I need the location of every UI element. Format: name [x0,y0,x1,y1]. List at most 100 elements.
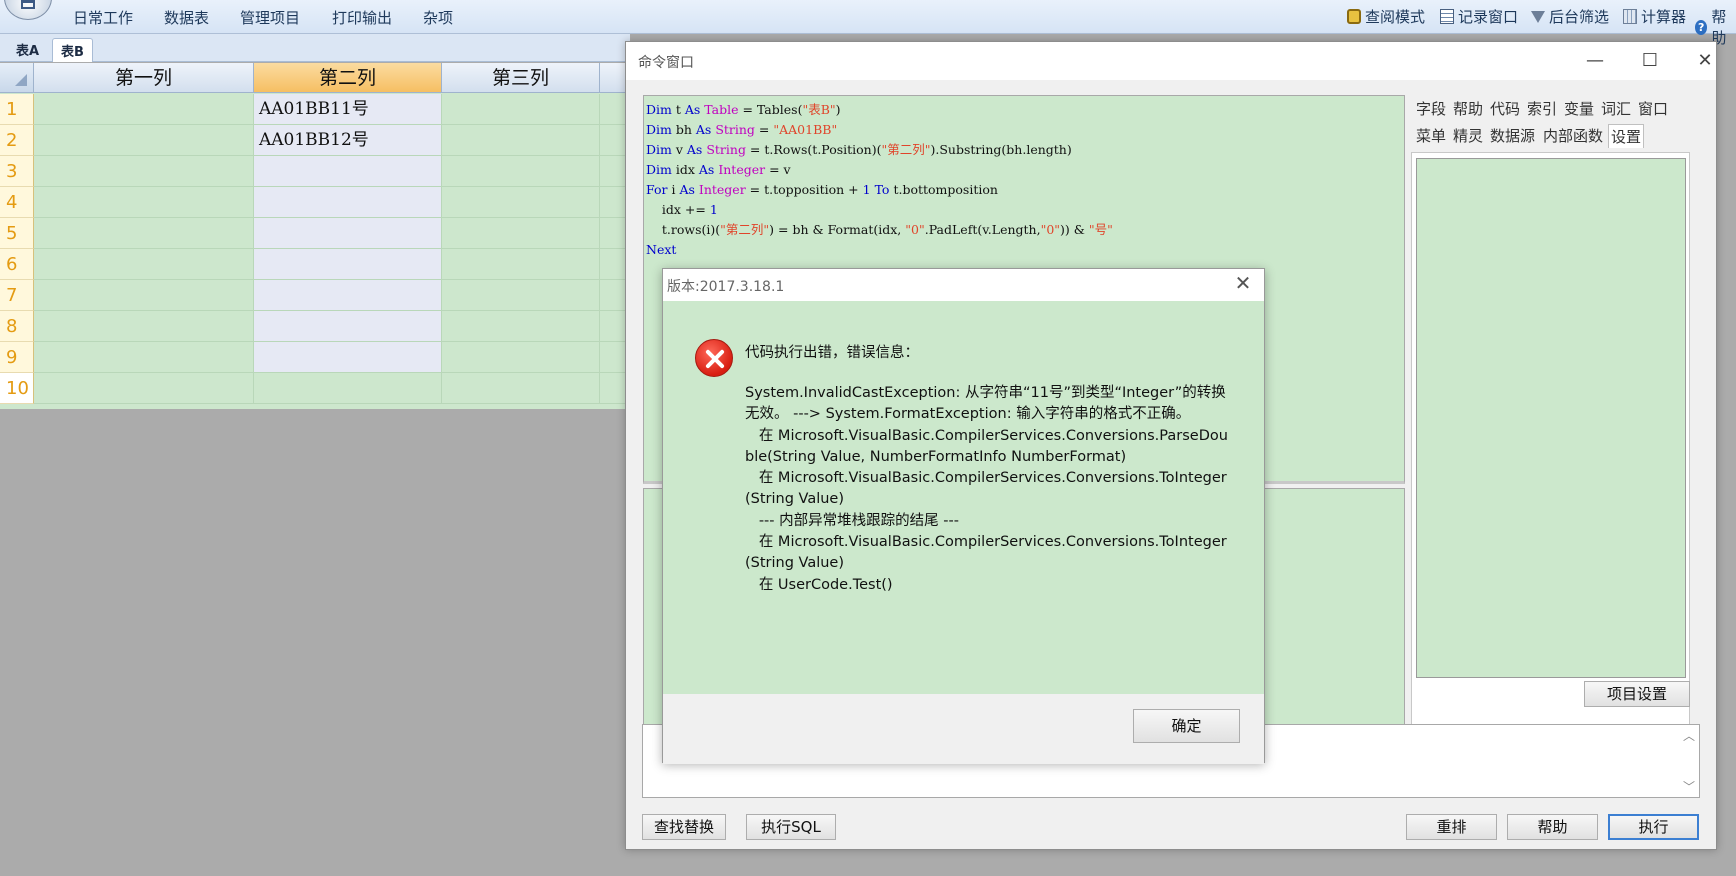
table-cell[interactable] [442,156,600,187]
error-dialog-titlebar[interactable]: 版本:2017.3.18.1 ✕ [663,269,1264,301]
table-cell[interactable] [442,342,600,373]
table-cell[interactable] [254,187,442,218]
row-number[interactable]: 9 [0,342,34,373]
table-cell[interactable] [34,125,254,156]
menu-manage-project[interactable]: 管理项目 [240,7,300,28]
tab-table-a[interactable]: 表A [8,38,47,62]
grid-select-all-corner[interactable] [0,63,34,93]
scroll-down-icon[interactable]: ﹀ [1683,778,1695,795]
menu-bar: 日常工作 数据表 管理项目 打印输出 杂项 查阅模式 记录窗口 后台筛选 计算器… [0,0,1736,47]
row-number[interactable]: 2 [0,125,34,156]
table-cell[interactable] [254,249,442,280]
table-cell[interactable] [34,218,254,249]
code-line: Dim idx As Integer = v [646,162,791,177]
tab-table-b[interactable]: 表B [52,38,93,62]
data-grid[interactable]: 第一列 第二列 第三列 1 AA01BB11号 2 AA01BB12号 3 4 5 6 7 8 9 1… [0,63,630,409]
row-number[interactable]: 5 [0,218,34,249]
table-cell[interactable] [442,373,600,404]
menu-daily-work[interactable]: 日常工作 [73,7,133,28]
code-line: t.rows(i)("第二列") = bh & Format(idx, "0".… [646,222,1113,237]
command-window-titlebar[interactable]: 命令窗口 — ☐ ✕ [626,42,1716,80]
close-button[interactable]: ✕ [1683,46,1727,76]
row-number[interactable]: 4 [0,187,34,218]
error-dialog-close-icon[interactable]: ✕ [1230,271,1256,295]
menu-print-output[interactable]: 打印输出 [332,7,392,28]
table-cell[interactable] [254,280,442,311]
table-cell[interactable] [442,218,600,249]
table-cell[interactable] [254,156,442,187]
table-cell[interactable] [34,249,254,280]
row-number[interactable]: 7 [0,280,34,311]
ok-button[interactable]: 确定 [1133,709,1240,743]
row-number[interactable]: 8 [0,311,34,342]
menu-misc[interactable]: 杂项 [423,7,453,28]
row-number[interactable]: 3 [0,156,34,187]
side-tab[interactable]: 窗口 [1636,97,1670,121]
table-cell[interactable] [442,311,600,342]
rearrange-button[interactable]: 重排 [1406,814,1497,840]
menu-data-tables[interactable]: 数据表 [164,7,209,28]
table-cell[interactable] [442,187,600,218]
maximize-button[interactable]: ☐ [1628,46,1672,76]
table-cell[interactable] [34,156,254,187]
project-settings-button[interactable]: 项目设置 [1584,681,1690,707]
table-cell[interactable] [34,280,254,311]
settings-pane [1416,158,1686,678]
side-tab[interactable]: 词汇 [1599,97,1633,121]
row-number[interactable]: 10 [0,373,34,404]
scroll-up-icon[interactable]: ︿ [1683,727,1695,744]
row-number[interactable]: 1 [0,94,34,125]
table-cell[interactable] [34,373,254,404]
table-cell[interactable] [254,342,442,373]
column-header-3[interactable]: 第三列 [442,63,600,93]
column-header-2[interactable]: 第二列 [254,63,442,93]
table-cell[interactable] [34,342,254,373]
table-cell[interactable] [254,373,442,404]
side-tab[interactable]: 菜单 [1414,124,1448,148]
table-cell[interactable]: AA01BB12号 [254,125,442,156]
table-cell[interactable] [254,311,442,342]
calculator-label: 计算器 [1641,8,1687,26]
table-cell[interactable] [34,311,254,342]
row-number[interactable]: 6 [0,249,34,280]
help-dialog-button[interactable]: 帮助 [1507,814,1598,840]
background-filter-label: 后台筛选 [1549,8,1610,26]
browse-mode-label: 查阅模式 [1365,8,1426,26]
error-dialog-title: 版本:2017.3.18.1 [667,279,785,295]
app-menu-button[interactable] [4,0,52,20]
side-tab[interactable]: 内部函数 [1541,124,1605,148]
calculator-icon [1623,9,1637,24]
table-cell[interactable] [254,218,442,249]
find-replace-button[interactable]: 查找替换 [642,814,726,840]
table-cell[interactable] [34,187,254,218]
error-detail-text: System.InvalidCastException: 从字符串“11号”到类… [745,385,1228,593]
side-tab[interactable]: 数据源 [1488,124,1537,148]
table-cell[interactable] [442,94,600,125]
command-window-title: 命令窗口 [638,55,694,71]
browse-mode-button[interactable]: 查阅模式 [1347,6,1425,27]
error-dialog: 版本:2017.3.18.1 ✕ 代码执行出错，错误信息： System.Inv… [662,268,1265,764]
side-tab[interactable]: 帮助 [1451,97,1485,121]
side-tab[interactable]: 索引 [1525,97,1559,121]
lock-icon [1347,9,1361,24]
table-cell[interactable]: AA01BB11号 [254,94,442,125]
column-header-1[interactable]: 第一列 [34,63,254,93]
side-tab[interactable]: 字段 [1414,97,1448,121]
app-icon [21,0,35,9]
code-line: Dim t As Table = Tables("表B") [646,102,841,117]
execute-button[interactable]: 执行 [1608,814,1699,840]
execute-sql-button[interactable]: 执行SQL [746,814,836,840]
table-cell[interactable] [442,249,600,280]
side-tab[interactable]: 设置 [1608,124,1645,148]
calculator-button[interactable]: 计算器 [1623,6,1686,27]
side-tab[interactable]: 变量 [1562,97,1596,121]
record-window-button[interactable]: 记录窗口 [1440,6,1518,27]
table-cell[interactable] [442,125,600,156]
side-tab[interactable]: 代码 [1488,97,1522,121]
minimize-button[interactable]: — [1573,46,1617,76]
error-icon [695,339,733,377]
background-filter-button[interactable]: 后台筛选 [1531,6,1609,27]
table-cell[interactable] [442,280,600,311]
table-cell[interactable] [34,94,254,125]
side-tab[interactable]: 精灵 [1451,124,1485,148]
